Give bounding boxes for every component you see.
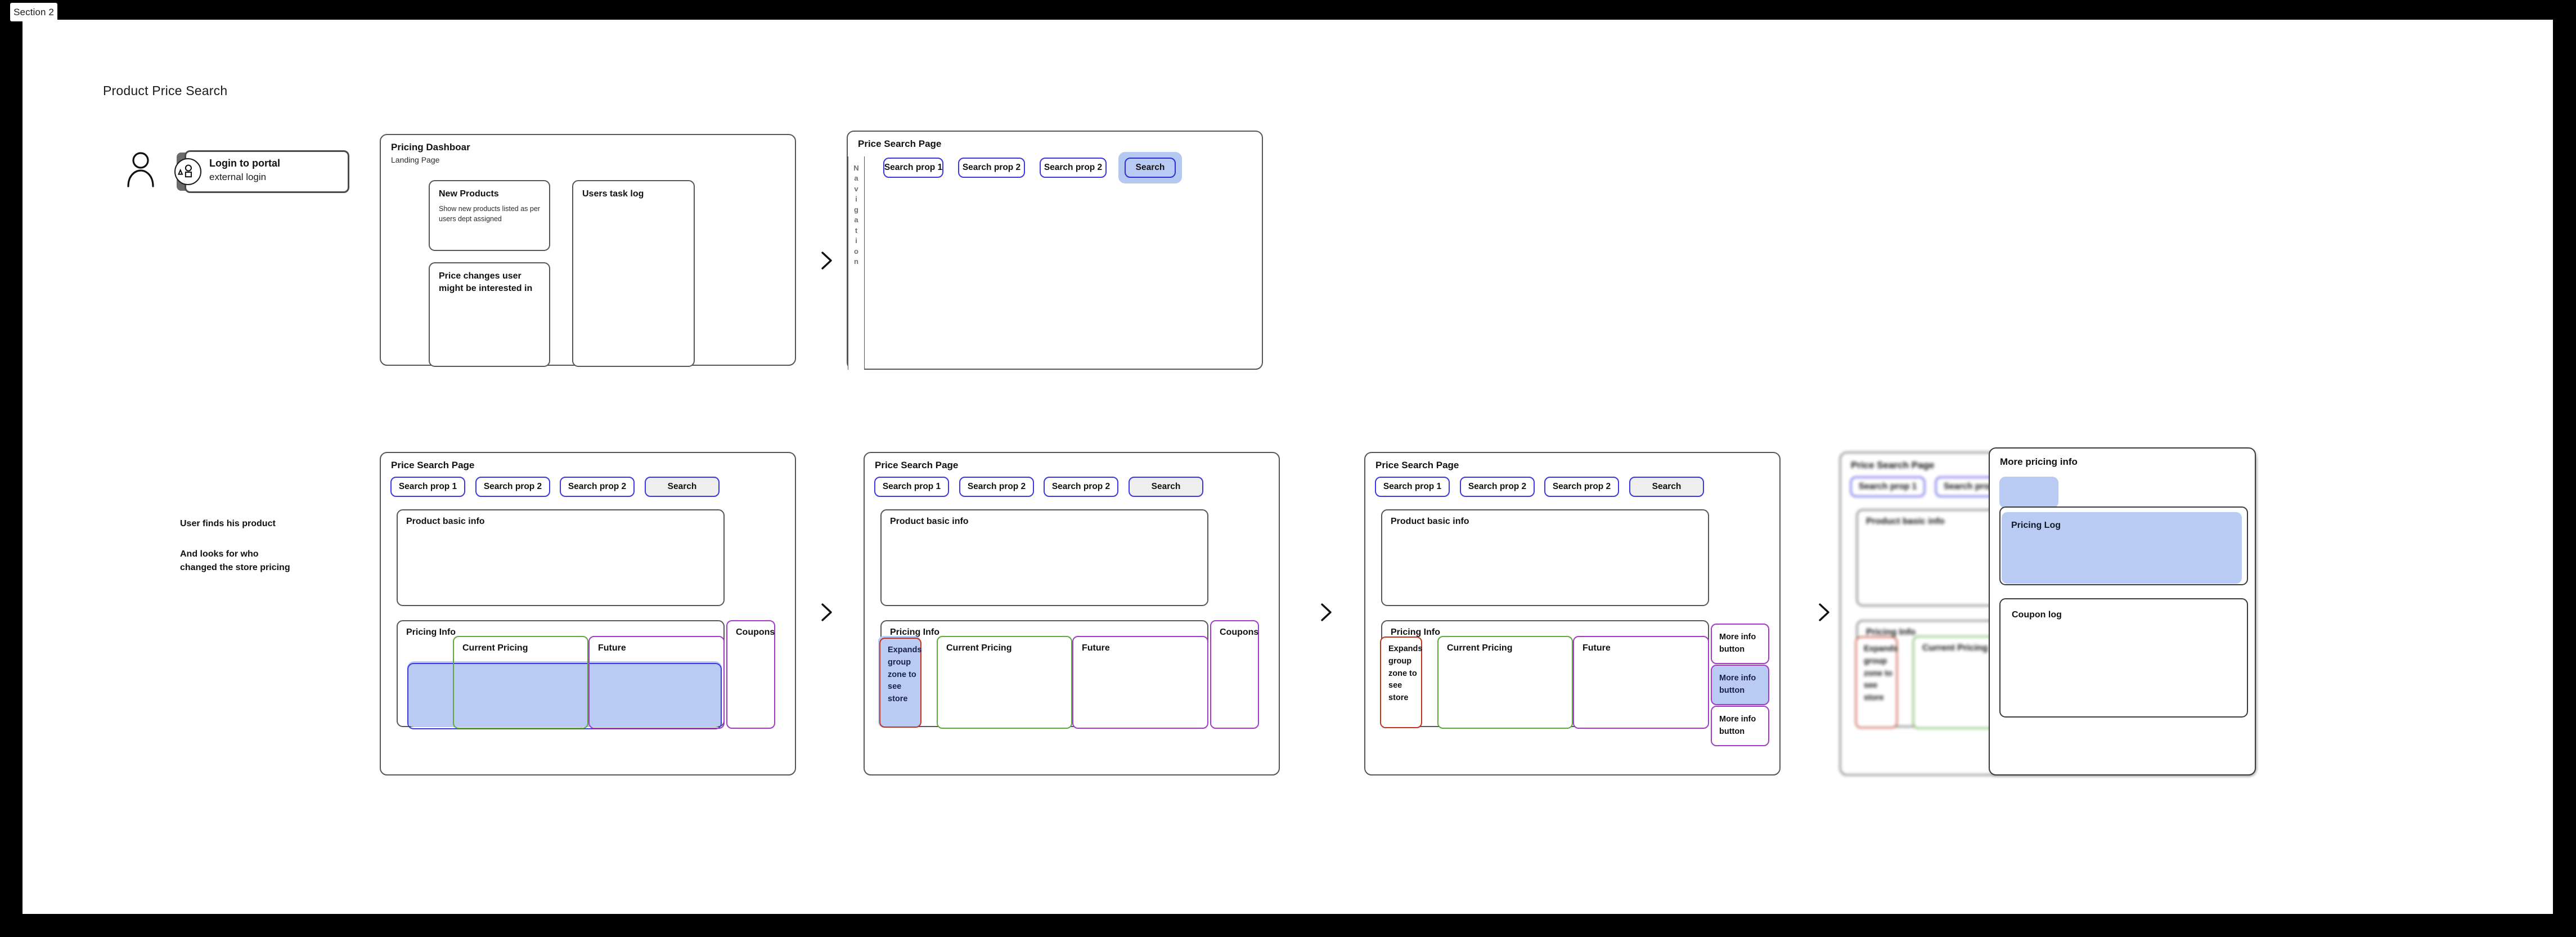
psp4-search-prop-2a[interactable]: Search prop 2 [1460, 477, 1535, 497]
section-tab-label: Section 2 [14, 6, 54, 17]
psp2-product-basic-info-label: Product basic info [406, 517, 485, 526]
psp5-expands-group-zone: Expands group zone to see store [1855, 636, 1898, 728]
psp4-expands-group-zone[interactable]: Expands group zone to see store [1380, 636, 1422, 728]
psp4-future-zone[interactable]: Future [1573, 636, 1709, 729]
login-node-title: Login to portal [209, 158, 280, 169]
psp5-current-pricing-label: Current Pricing [1922, 643, 1988, 653]
users-task-log-title: Users task log [582, 189, 644, 199]
more-info-button-2[interactable]: More info button [1711, 665, 1769, 705]
price-search-page-card-3[interactable]: Price Search Page Search prop 1 Search p… [864, 452, 1280, 775]
psp2-coupons-label: Coupons [736, 627, 775, 637]
psp4-product-basic-info[interactable]: Product basic info [1381, 509, 1709, 606]
search-prop-2b-pill[interactable]: Search prop 2 [1040, 158, 1107, 178]
psp5-title: Price Search Page [1851, 460, 1935, 470]
psp4-search-button[interactable]: Search [1629, 477, 1704, 497]
login-node-subtitle: external login [209, 172, 267, 183]
new-products-title: New Products [439, 189, 499, 199]
psp5-expands-group-label: Expands group zone to see store [1864, 644, 1898, 702]
psp5-product-basic-info-label: Product basic info [1866, 517, 1945, 526]
psp3-expands-group-zone[interactable]: Expands group zone to see store [879, 638, 921, 728]
more-info-button-1[interactable]: More info button [1711, 624, 1769, 664]
user-icon [124, 149, 158, 189]
arrow-right-4 [1814, 599, 1833, 625]
psp4-current-pricing-zone[interactable]: Current Pricing [1437, 636, 1573, 729]
psp2-future-label: Future [598, 643, 626, 653]
more-info-button-3[interactable]: More info button [1711, 706, 1769, 746]
search-button[interactable]: Search [1125, 158, 1176, 178]
price-changes-card[interactable]: Price changes user might be interested i… [429, 262, 550, 367]
page-title: Product Price Search [103, 83, 228, 98]
psp2-current-pricing-label: Current Pricing [462, 643, 528, 653]
psp2-current-pricing-zone[interactable]: Current Pricing [453, 636, 588, 729]
pricing-dashboard-card[interactable]: Pricing Dashboar Landing Page New Produc… [380, 134, 796, 367]
psp2-search-button[interactable]: Search [645, 477, 720, 497]
arrow-right-1 [817, 248, 836, 274]
more-pricing-info-panel[interactable]: More pricing info Pricing Log Coupon log [1989, 447, 2256, 775]
more-pricing-info-title: More pricing info [2000, 456, 2078, 467]
price-search-page-card-1[interactable]: Price Search Page Navigation Search prop… [847, 131, 1263, 370]
psp3-current-pricing-label: Current Pricing [946, 643, 1012, 653]
psp3-future-label: Future [1082, 643, 1110, 653]
psp5-search-prop-1: Search prop 1 [1850, 477, 1925, 497]
psp4-title: Price Search Page [1375, 460, 1459, 470]
new-products-card[interactable]: New Products Show new products listed as… [429, 180, 550, 251]
price-search-page-card-4[interactable]: Price Search Page Search prop 1 Search p… [1364, 452, 1781, 775]
new-products-description: Show new products listed as per users de… [439, 205, 540, 223]
login-to-portal-node[interactable]: Login to portal external login [174, 150, 349, 193]
psp4-search-prop-2b[interactable]: Search prop 2 [1544, 477, 1619, 497]
psp2-search-prop-2a[interactable]: Search prop 2 [475, 477, 550, 497]
price-search-page-card-2[interactable]: Price Search Page Search prop 1 Search p… [380, 452, 796, 775]
search-prop-1-pill[interactable]: Search prop 1 [883, 158, 943, 178]
psp3-search-prop-2b[interactable]: Search prop 2 [1044, 477, 1118, 497]
more-info-button-3-label: More info button [1719, 715, 1756, 736]
psp4-expands-group-label: Expands group zone to see store [1388, 644, 1423, 702]
psp2-title: Price Search Page [391, 460, 475, 470]
psp3-current-pricing-zone[interactable]: Current Pricing [937, 636, 1072, 729]
psp4-search-prop-1[interactable]: Search prop 1 [1375, 477, 1450, 497]
pricing-dashboard-title: Pricing Dashboar [391, 142, 470, 153]
psp3-product-basic-info[interactable]: Product basic info [880, 509, 1208, 606]
note-user-finds-product: User finds his product [180, 519, 276, 528]
psp3-search-prop-1[interactable]: Search prop 1 [874, 477, 949, 497]
screenshot-root: Section 2 Product Price Search Login to … [0, 0, 2576, 937]
search-prop-2a-pill[interactable]: Search prop 2 [958, 158, 1025, 178]
psp3-expands-group-label: Expands group zone to see store [888, 645, 922, 703]
price-search-page-title: Price Search Page [858, 138, 942, 149]
psp4-product-basic-info-label: Product basic info [1391, 517, 1469, 526]
psp2-coupons-zone[interactable]: Coupons [726, 620, 775, 729]
more-info-button-1-label: More info button [1719, 633, 1756, 654]
coupon-log-card[interactable]: Coupon log [1999, 598, 2248, 718]
node-text: Login to portal external login [209, 156, 280, 185]
arrow-right-3 [1316, 599, 1336, 625]
shapes-icon [174, 158, 201, 185]
pricing-log-label: Pricing Log [2011, 521, 2061, 530]
more-pricing-info-blue-chip[interactable] [1999, 477, 2058, 508]
arrow-right-2 [817, 599, 836, 625]
psp2-pricing-info-label: Pricing Info [406, 627, 456, 637]
psp3-future-zone[interactable]: Future [1072, 636, 1208, 729]
psp4-future-label: Future [1583, 643, 1611, 653]
note-looks-for-changes: And looks for who changed the store pric… [180, 549, 290, 572]
psp2-search-prop-2b[interactable]: Search prop 2 [560, 477, 635, 497]
navigation-rail[interactable]: Navigation [848, 156, 865, 370]
users-task-log-card[interactable]: Users task log [572, 180, 695, 367]
more-info-button-2-label: More info button [1719, 674, 1756, 695]
psp3-search-button[interactable]: Search [1129, 477, 1203, 497]
psp3-coupons-zone[interactable]: Coupons [1210, 620, 1259, 729]
coupon-log-label: Coupon log [2012, 610, 2062, 620]
psp4-current-pricing-label: Current Pricing [1447, 643, 1513, 653]
price-changes-title: Price changes user might be interested i… [439, 271, 533, 294]
psp3-product-basic-info-label: Product basic info [890, 517, 969, 526]
section-tab[interactable]: Section 2 [10, 3, 57, 21]
psp3-title: Price Search Page [875, 460, 959, 470]
psp2-product-basic-info[interactable]: Product basic info [397, 509, 725, 606]
psp2-future-zone[interactable]: Future [588, 636, 725, 729]
psp2-search-prop-1[interactable]: Search prop 1 [390, 477, 465, 497]
whiteboard-canvas[interactable]: Product Price Search Login to portal ext… [23, 20, 2553, 914]
pricing-dashboard-subtitle: Landing Page [391, 155, 440, 164]
psp3-coupons-label: Coupons [1220, 627, 1259, 637]
psp3-search-prop-2a[interactable]: Search prop 2 [959, 477, 1034, 497]
